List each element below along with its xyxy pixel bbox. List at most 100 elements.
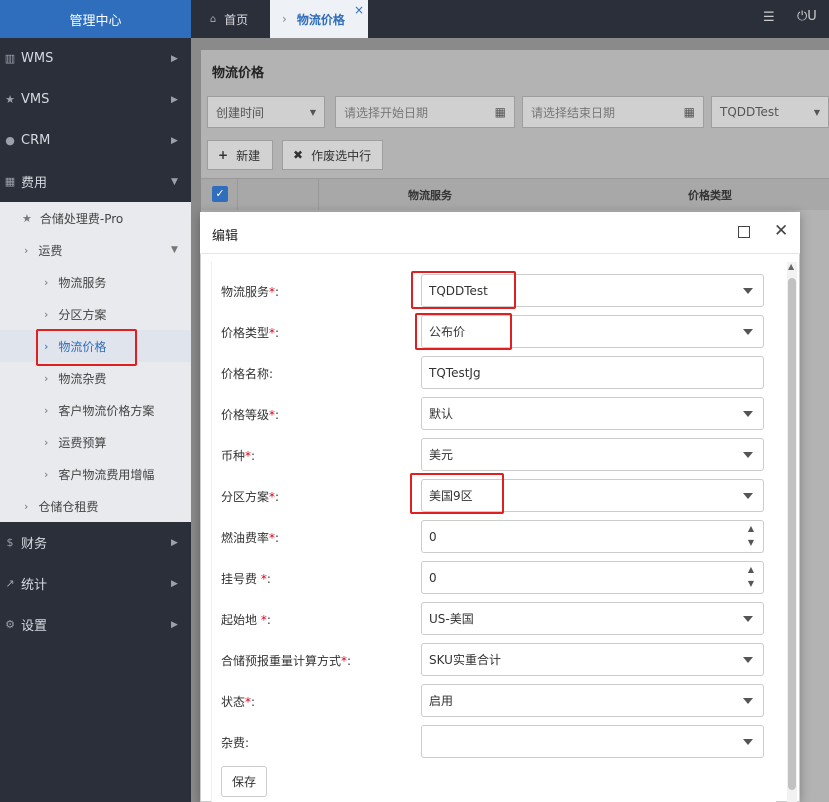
- chevron-right-icon: ›: [44, 275, 49, 289]
- chevron-down-icon: ▼: [171, 245, 178, 255]
- spin-down-icon[interactable]: ▼: [748, 538, 754, 547]
- tab-close-icon[interactable]: ×: [354, 3, 364, 17]
- power-icon: ⏻: [797, 9, 808, 24]
- brand-title: 管理中心: [0, 0, 191, 38]
- label-misc-fee: 杂费:: [221, 736, 250, 750]
- sidebar-sub-zone[interactable]: › 分区方案: [0, 298, 191, 330]
- close-icon[interactable]: ✕: [774, 221, 788, 241]
- spin-up-icon[interactable]: ▲: [748, 565, 754, 574]
- column-divider: [318, 178, 319, 210]
- column-header-service[interactable]: 物流服务: [408, 187, 452, 203]
- sidebar-item-fee[interactable]: ▦ 费用 ▼: [0, 161, 191, 202]
- sidebar-sub-storage-rent[interactable]: › 仓储仓租费: [0, 490, 191, 522]
- dollar-icon: $: [6, 536, 14, 549]
- caret-down-icon: [743, 739, 753, 745]
- chevron-right-icon: ▶: [171, 578, 178, 589]
- sidebar-sub-freight[interactable]: › 运费 ▼: [0, 234, 191, 266]
- date-type-select[interactable]: 创建时间 ▼: [207, 96, 325, 128]
- caret-down-icon: [743, 698, 753, 704]
- sidebar-sub-misc[interactable]: › 物流杂费: [0, 362, 191, 394]
- new-button[interactable]: + 新建: [207, 140, 273, 170]
- close-icon: ✖: [293, 148, 304, 162]
- chevron-right-icon: ›: [44, 403, 49, 417]
- user-menu[interactable]: ⏻U: [797, 9, 817, 24]
- highlight-box-zone: [410, 473, 504, 514]
- sidebar-sub-budget[interactable]: › 运费预算: [0, 426, 191, 458]
- price-name-input[interactable]: TQTestJg: [421, 356, 764, 389]
- currency-select[interactable]: 美元: [421, 438, 764, 471]
- chevron-right-icon: ›: [44, 371, 49, 385]
- dialog-title: 编辑: [212, 229, 239, 244]
- label-weight-method: 合储预报重量计算方式*:: [221, 654, 352, 668]
- caret-down-icon: [743, 493, 753, 499]
- scroll-up-icon[interactable]: ▲: [788, 262, 794, 271]
- chevron-right-icon: ›: [24, 499, 29, 513]
- label-price-level: 价格等级*:: [221, 408, 280, 422]
- sidebar-sub-service[interactable]: › 物流服务: [0, 266, 191, 298]
- caret-down-icon: [743, 616, 753, 622]
- spin-up-icon[interactable]: ▲: [748, 524, 754, 533]
- chevron-down-icon: ▼: [171, 176, 178, 187]
- user-icon: ●: [5, 134, 15, 147]
- label-origin: 起始地 *:: [221, 613, 271, 627]
- spin-down-icon[interactable]: ▼: [748, 579, 754, 588]
- label-zone-scheme: 分区方案*:: [221, 490, 280, 504]
- fuel-rate-input[interactable]: 0 ▲ ▼: [421, 520, 764, 553]
- collapse-icon[interactable]: ☰: [763, 10, 775, 25]
- label-price-type: 价格类型*:: [221, 326, 280, 340]
- void-selected-button[interactable]: ✖ 作废选中行: [282, 140, 383, 170]
- sidebar-sub-customer-price[interactable]: › 客户物流价格方案: [0, 394, 191, 426]
- chevron-right-icon: ▶: [171, 135, 178, 146]
- highlight-box-sidebar: [36, 329, 137, 366]
- highlight-box-price-type: [415, 313, 512, 350]
- start-date-input[interactable]: 请选择开始日期 ▦: [335, 96, 515, 128]
- sidebar-sub-storage-pro[interactable]: ★ 合储处理费-Pro: [0, 202, 191, 234]
- sidebar-item-vms[interactable]: ★ VMS ▶: [0, 79, 191, 120]
- sidebar-sub-increase[interactable]: › 客户物流费用增幅: [0, 458, 191, 490]
- bank-icon: ▥: [4, 52, 16, 65]
- sidebar-item-settings[interactable]: ⚙ 设置 ▶: [0, 604, 191, 645]
- misc-fee-select[interactable]: [421, 725, 764, 758]
- caret-down-icon: ▼: [309, 107, 316, 117]
- label-logistics-service: 物流服务*:: [221, 285, 280, 299]
- calendar-icon: ▦: [683, 105, 695, 119]
- tab-home[interactable]: ⌂ 首页: [191, 0, 267, 38]
- label-registration-fee: 挂号费 *:: [221, 572, 271, 586]
- service-select[interactable]: TQDDTest ▼: [711, 96, 829, 128]
- sidebar-item-finance[interactable]: $ 财务 ▶: [0, 522, 191, 563]
- chevron-right-icon: ▶: [171, 537, 178, 548]
- select-all-checkbox[interactable]: ✓: [212, 186, 228, 202]
- status-select[interactable]: 启用: [421, 684, 764, 717]
- scrollbar-thumb[interactable]: [788, 278, 796, 790]
- chevron-right-icon: ▶: [171, 94, 178, 105]
- end-date-input[interactable]: 请选择结束日期 ▦: [522, 96, 704, 128]
- save-button[interactable]: 保存: [221, 766, 267, 797]
- gear-icon: ⚙: [5, 618, 15, 631]
- chevron-right-icon: ▶: [171, 619, 178, 630]
- column-header-price-type[interactable]: 价格类型: [688, 187, 732, 203]
- grid-icon: ▦: [4, 175, 16, 188]
- caret-down-icon: ▼: [813, 107, 820, 117]
- label-fuel-rate: 燃油费率*:: [221, 531, 280, 545]
- column-divider: [237, 178, 238, 210]
- highlight-box-service: [411, 271, 516, 309]
- caret-down-icon: [743, 329, 753, 335]
- caret-down-icon: [743, 452, 753, 458]
- registration-fee-input[interactable]: 0 ▲ ▼: [421, 561, 764, 594]
- page-title: 物流价格: [212, 66, 265, 81]
- origin-select[interactable]: US-美国: [421, 602, 764, 635]
- maximize-icon[interactable]: [738, 226, 750, 238]
- sidebar-item-crm[interactable]: ● CRM ▶: [0, 120, 191, 161]
- price-level-select[interactable]: 默认: [421, 397, 764, 430]
- label-price-name: 价格名称:: [221, 367, 274, 381]
- label-status: 状态*:: [221, 695, 256, 709]
- sidebar-item-stats[interactable]: ↗ 统计 ▶: [0, 563, 191, 604]
- sidebar-item-wms[interactable]: ▥ WMS ▶: [0, 38, 191, 79]
- table-header: [201, 178, 829, 210]
- weight-method-select[interactable]: SKU实重合计: [421, 643, 764, 676]
- chevron-right-icon: ›: [44, 467, 49, 481]
- chevron-right-icon: ›: [24, 243, 29, 257]
- caret-down-icon: [743, 411, 753, 417]
- home-icon: ⌂: [209, 13, 217, 25]
- caret-down-icon: [743, 657, 753, 663]
